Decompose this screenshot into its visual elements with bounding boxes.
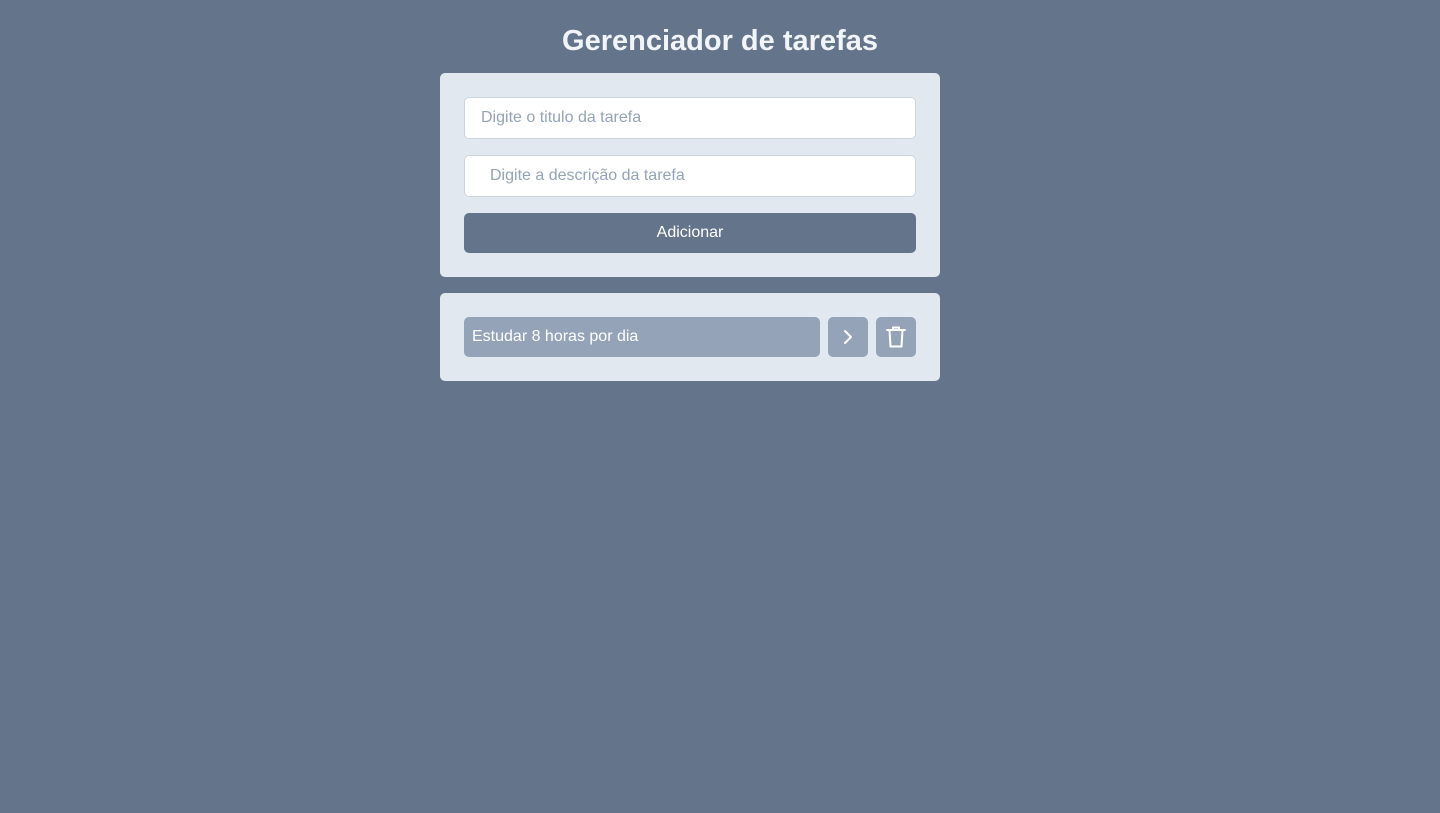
task-title-button[interactable]: Estudar 8 horas por dia (464, 317, 820, 357)
task-description-input[interactable] (464, 155, 916, 197)
trash-icon (885, 325, 907, 349)
task-item: Estudar 8 horas por dia (464, 317, 916, 357)
task-form: Adicionar (440, 73, 940, 277)
task-title-input[interactable] (464, 97, 916, 139)
task-delete-button[interactable] (876, 317, 916, 357)
page-title: Gerenciador de tarefas (562, 25, 878, 57)
add-task-button[interactable]: Adicionar (464, 213, 916, 253)
task-manager-page: Gerenciador de tarefas Adicionar Estudar… (0, 0, 1440, 813)
task-list: Estudar 8 horas por dia (440, 293, 940, 381)
chevron-right-icon (838, 327, 858, 347)
task-details-button[interactable] (828, 317, 868, 357)
